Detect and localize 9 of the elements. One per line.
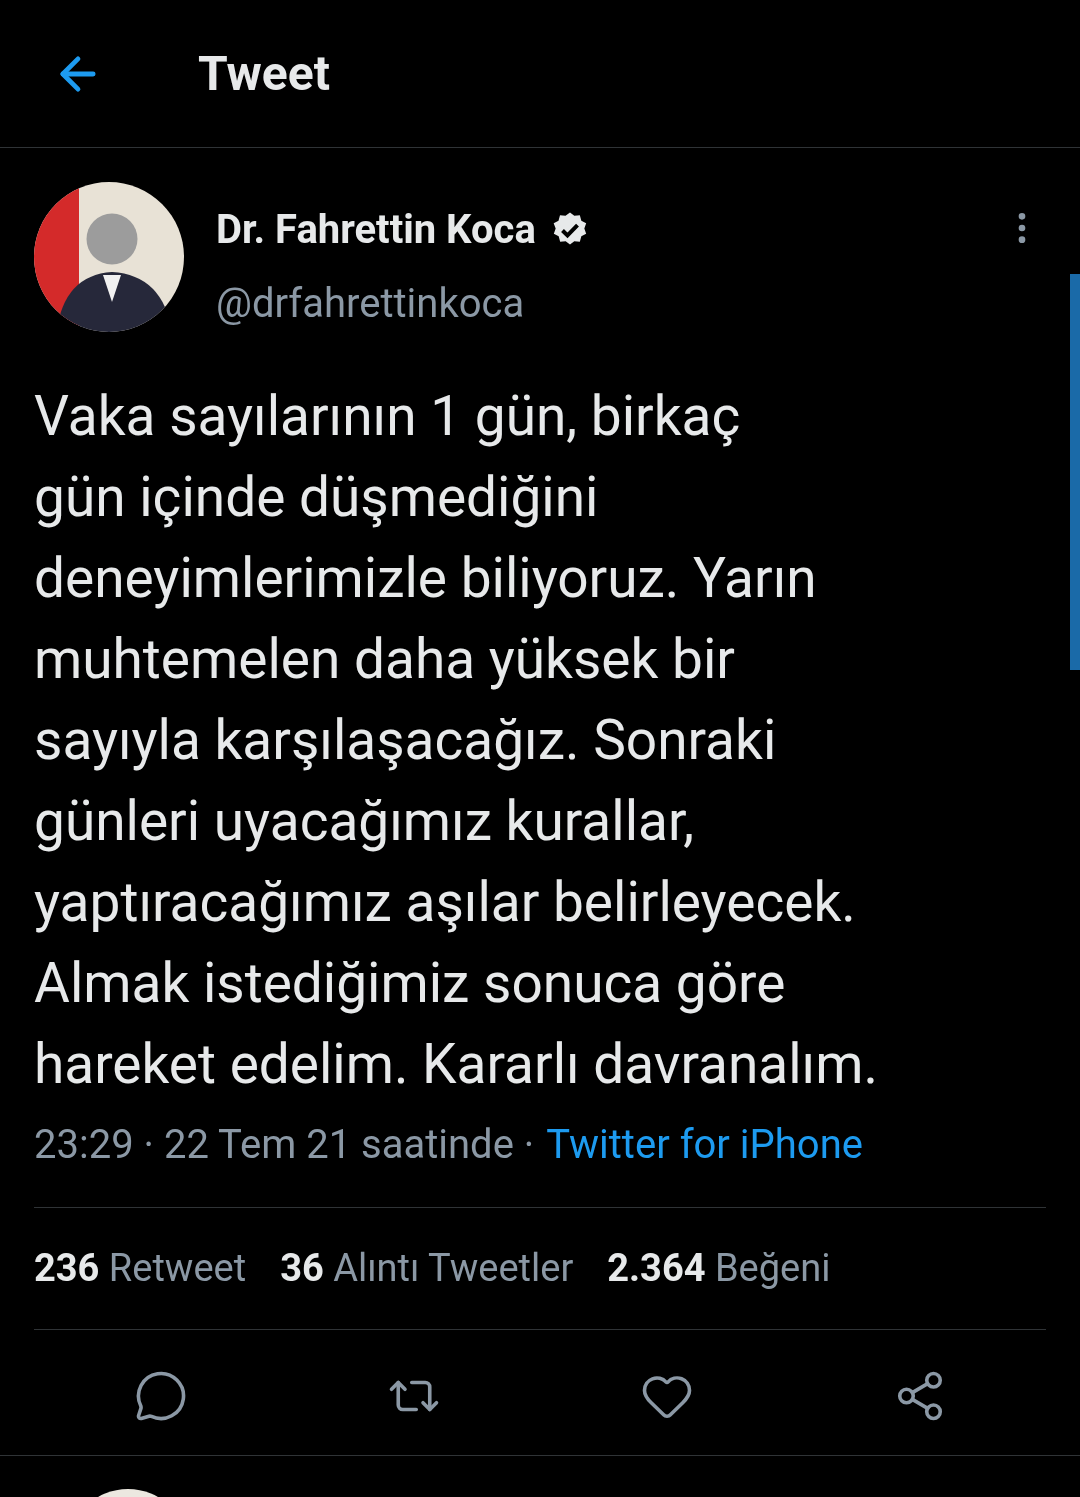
engagement-count[interactable]: 236 Retweet bbox=[34, 1240, 247, 1297]
tweet-timestamp: 23:29 · 22 Tem 21 saatinde · bbox=[34, 1120, 535, 1170]
author-handle: @drfahrettinkoca bbox=[216, 279, 526, 329]
engagement-count[interactable]: 36 Alıntı Tweetler bbox=[280, 1240, 574, 1297]
page-title: Tweet bbox=[198, 43, 330, 104]
tweet-text: Vaka sayılarının 1 gün, birkaç gün içinde düşmediğini deneyimlerimizle biliyoruz. Yarın muhtemelen daha yüksek bir sayıyla karşılaşacağız. Sonraki günleri uyacağımız kurallar, yaptıracağımız aşılar belirleyecek. Almak istediğimiz sonuca göre hareket edelim. Kararlı davranalım. bbox=[34, 383, 879, 1098]
author-name[interactable]: Dr. Fahrettin Koca bbox=[216, 200, 536, 260]
engagement-count[interactable]: 2.364 Beğeni bbox=[607, 1240, 831, 1297]
source-link[interactable]: Twitter for iPhone bbox=[546, 1115, 863, 1175]
